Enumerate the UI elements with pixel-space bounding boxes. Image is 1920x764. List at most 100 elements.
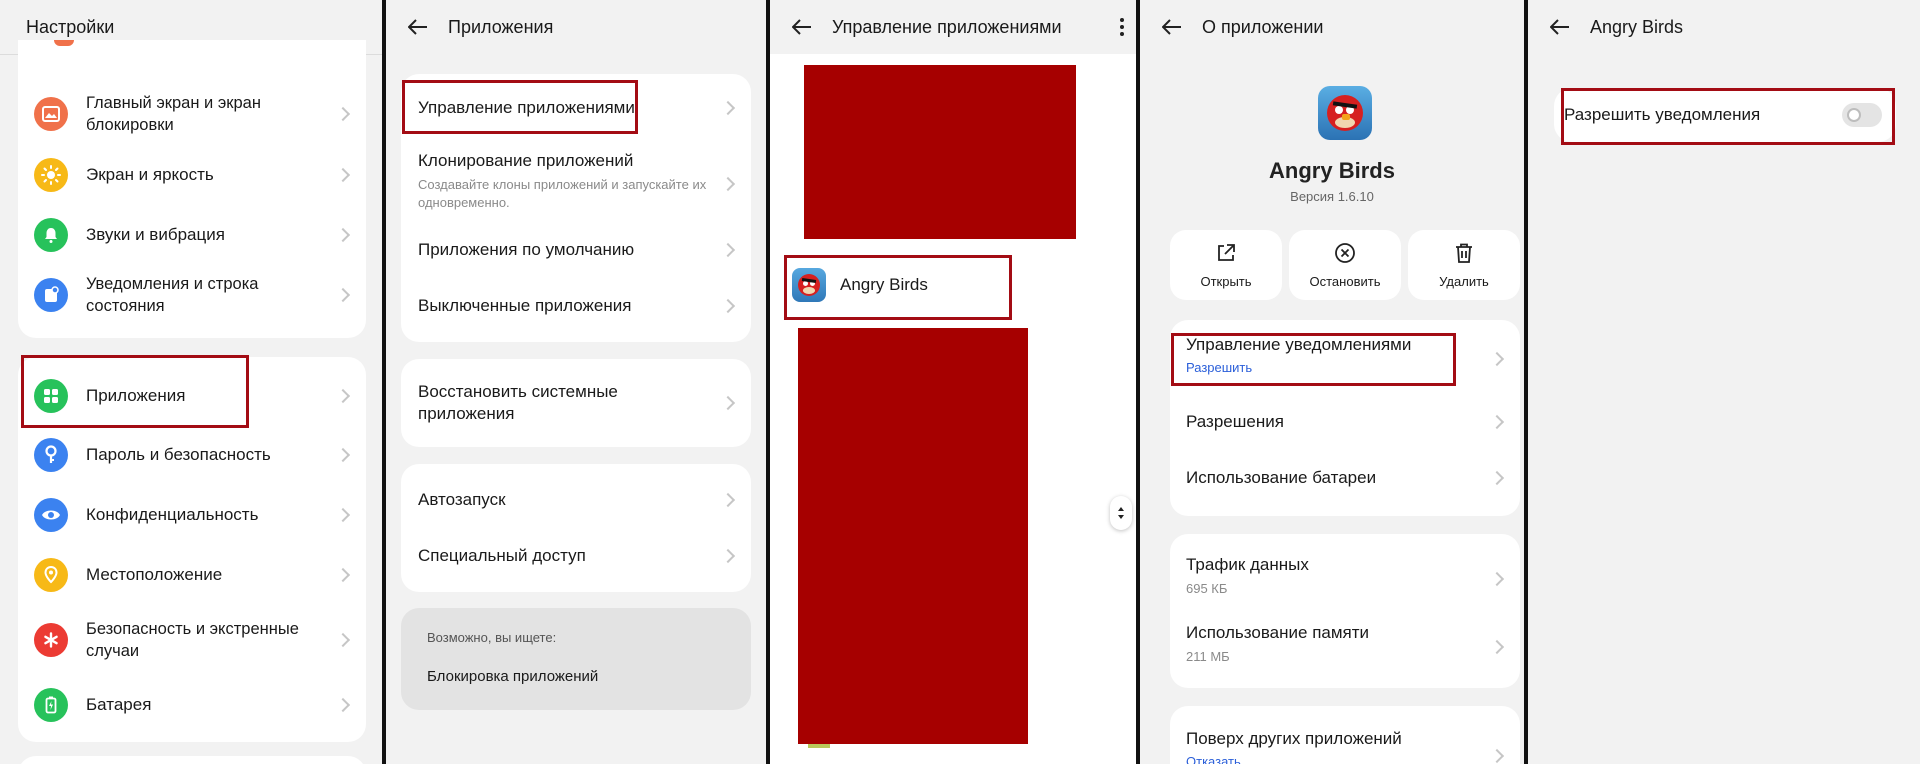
page-title: Angry Birds: [1590, 16, 1684, 37]
chevron-right-icon: [335, 697, 351, 713]
trash-icon: [1456, 243, 1472, 263]
uninstall-button-label: Удалить: [1439, 273, 1489, 289]
open-button-label: Открыть: [1200, 273, 1252, 289]
location-icon: [34, 558, 68, 592]
asterisk-icon: [34, 623, 68, 657]
settings-item-label: Уведомления и строка состояния: [86, 275, 259, 315]
apps-card-2: Восстановить системные приложения: [401, 359, 751, 447]
app-name-large: Angry Birds: [1269, 158, 1395, 183]
app-info-item-label: Использование памяти: [1186, 623, 1370, 642]
chevron-right-icon: [720, 100, 736, 116]
app-info-item-value: 695 КБ: [1186, 581, 1228, 596]
app-info-item-overlay[interactable]: Поверх других приложений Отказать: [1170, 728, 1520, 764]
open-button[interactable]: Открыть: [1170, 230, 1282, 300]
page-title: Приложения: [448, 16, 554, 37]
app-info-item-permissions[interactable]: Разрешения: [1170, 400, 1520, 444]
back-arrow-icon[interactable]: [406, 15, 430, 39]
chevron-right-icon: [335, 507, 351, 523]
app-version: Версия 1.6.10: [1290, 189, 1374, 204]
page-title: Управление приложениями: [832, 16, 1062, 37]
page-title: О приложении: [1202, 16, 1324, 37]
app-info-item-label: Разрешения: [1186, 412, 1284, 431]
uninstall-button[interactable]: Удалить: [1408, 230, 1520, 300]
apps-item-desc: Создавайте клоны приложений и запускайте…: [418, 177, 707, 210]
apps-item-label: Приложения по умолчанию: [418, 240, 635, 259]
app-manager-panel: Управление приложениями Angry Birds: [770, 0, 1136, 764]
chevron-right-icon: [720, 492, 736, 508]
apps-item-label: Специальный доступ: [418, 546, 586, 565]
app-info-header: О приложении: [1140, 0, 1524, 54]
app-info-card-3: Поверх других приложений Отказать: [1170, 706, 1520, 764]
app-manager-header: Управление приложениями: [770, 0, 1136, 54]
stop-button[interactable]: Остановить: [1289, 230, 1401, 300]
stop-button-label: Остановить: [1309, 273, 1381, 289]
chevron-right-icon: [335, 632, 351, 648]
settings-item-location[interactable]: Местоположение: [18, 549, 366, 601]
chevron-right-icon: [1489, 470, 1505, 486]
settings-item-label: Конфиденциальность: [86, 505, 259, 524]
app-info-item-label: Трафик данных: [1186, 555, 1309, 574]
back-arrow-icon[interactable]: [790, 15, 814, 39]
redacted-region: [798, 328, 1028, 744]
settings-item-notifications[interactable]: Уведомления и строка состояния: [18, 262, 366, 328]
more-options-icon[interactable]: [1120, 17, 1124, 37]
apps-item-label: Восстановить системные приложения: [418, 382, 618, 423]
suggestion-card: Возможно, вы ищете: Блокировка приложени…: [401, 608, 751, 710]
home-screen-icon: [34, 97, 68, 131]
chevron-right-icon: [335, 388, 351, 404]
apps-card-3: Автозапуск Специальный доступ: [401, 464, 751, 592]
chevron-right-icon: [335, 106, 351, 122]
apps-item-disabled[interactable]: Выключенные приложения: [401, 284, 751, 328]
chevron-right-icon: [1489, 351, 1505, 367]
settings-item-display[interactable]: Экран и яркость: [18, 150, 366, 200]
settings-item-sounds[interactable]: Звуки и вибрация: [18, 210, 366, 260]
apps-item-special-access[interactable]: Специальный доступ: [401, 532, 751, 580]
app-info-item-battery[interactable]: Использование батареи: [1170, 456, 1520, 500]
notification-icon: [34, 278, 68, 312]
apps-item-label: Клонирование приложений: [418, 151, 634, 170]
settings-item-battery[interactable]: Батарея: [18, 679, 366, 731]
settings-item-label: Звуки и вибрация: [86, 225, 225, 244]
open-external-icon: [1218, 243, 1235, 261]
settings-item-emergency[interactable]: Безопасность и экстренные случаи: [18, 607, 366, 673]
notifications-panel: Angry Birds Разрешить уведомления: [1528, 0, 1920, 764]
apps-item-clone[interactable]: Клонирование приложений Создавайте клоны…: [401, 150, 751, 218]
stop-circle-icon: [1335, 242, 1355, 263]
apps-item-autostart[interactable]: Автозапуск: [401, 476, 751, 524]
settings-item-label: Экран и яркость: [86, 165, 214, 184]
suggestion-link[interactable]: Блокировка приложений: [427, 668, 598, 685]
chevron-right-icon: [335, 567, 351, 583]
chevron-right-icon: [720, 242, 736, 258]
highlight-angry-birds: [784, 255, 1012, 320]
app-info-item-value: 211 МБ: [1186, 649, 1230, 664]
redacted-region: [804, 65, 1076, 239]
back-arrow-icon[interactable]: [1548, 15, 1572, 39]
settings-item-privacy[interactable]: Конфиденциальность: [18, 489, 366, 541]
settings-panel: Настройки Главный экран и экран блокиров…: [0, 0, 384, 764]
fast-scroll-handle[interactable]: [1110, 496, 1132, 530]
app-info-item-data-traffic[interactable]: Трафик данных 695 КБ: [1170, 554, 1520, 604]
highlight-manage-apps: [402, 80, 638, 134]
apps-panel: Приложения Управление приложениями Клони…: [386, 0, 766, 764]
apps-item-default[interactable]: Приложения по умолчанию: [401, 228, 751, 272]
chevron-right-icon: [720, 298, 736, 314]
chevron-right-icon: [720, 176, 736, 192]
settings-item-label: Безопасность и экстренные случаи: [86, 620, 299, 660]
settings-item-home-screen[interactable]: Главный экран и экран блокировки: [18, 82, 366, 146]
app-info-card-2: Трафик данных 695 КБ Использование памят…: [1170, 534, 1520, 688]
app-info-item-status: Отказать: [1186, 754, 1241, 764]
page-title: Настройки: [26, 16, 115, 37]
sun-icon: [34, 158, 68, 192]
eye-icon: [34, 498, 68, 532]
apps-header: Приложения: [386, 0, 766, 54]
chevron-right-icon: [720, 395, 736, 411]
settings-item-password[interactable]: Пароль и безопасность: [18, 429, 366, 481]
back-arrow-icon[interactable]: [1160, 15, 1184, 39]
list-thumb-sliver: [808, 744, 830, 748]
chevron-right-icon: [335, 287, 351, 303]
apps-item-restore[interactable]: Восстановить системные приложения: [401, 359, 751, 447]
notifications-header: Angry Birds: [1528, 0, 1920, 54]
highlight-apps: [21, 355, 249, 428]
settings-card-next: [18, 756, 366, 764]
app-info-item-storage[interactable]: Использование памяти 211 МБ: [1170, 622, 1520, 672]
